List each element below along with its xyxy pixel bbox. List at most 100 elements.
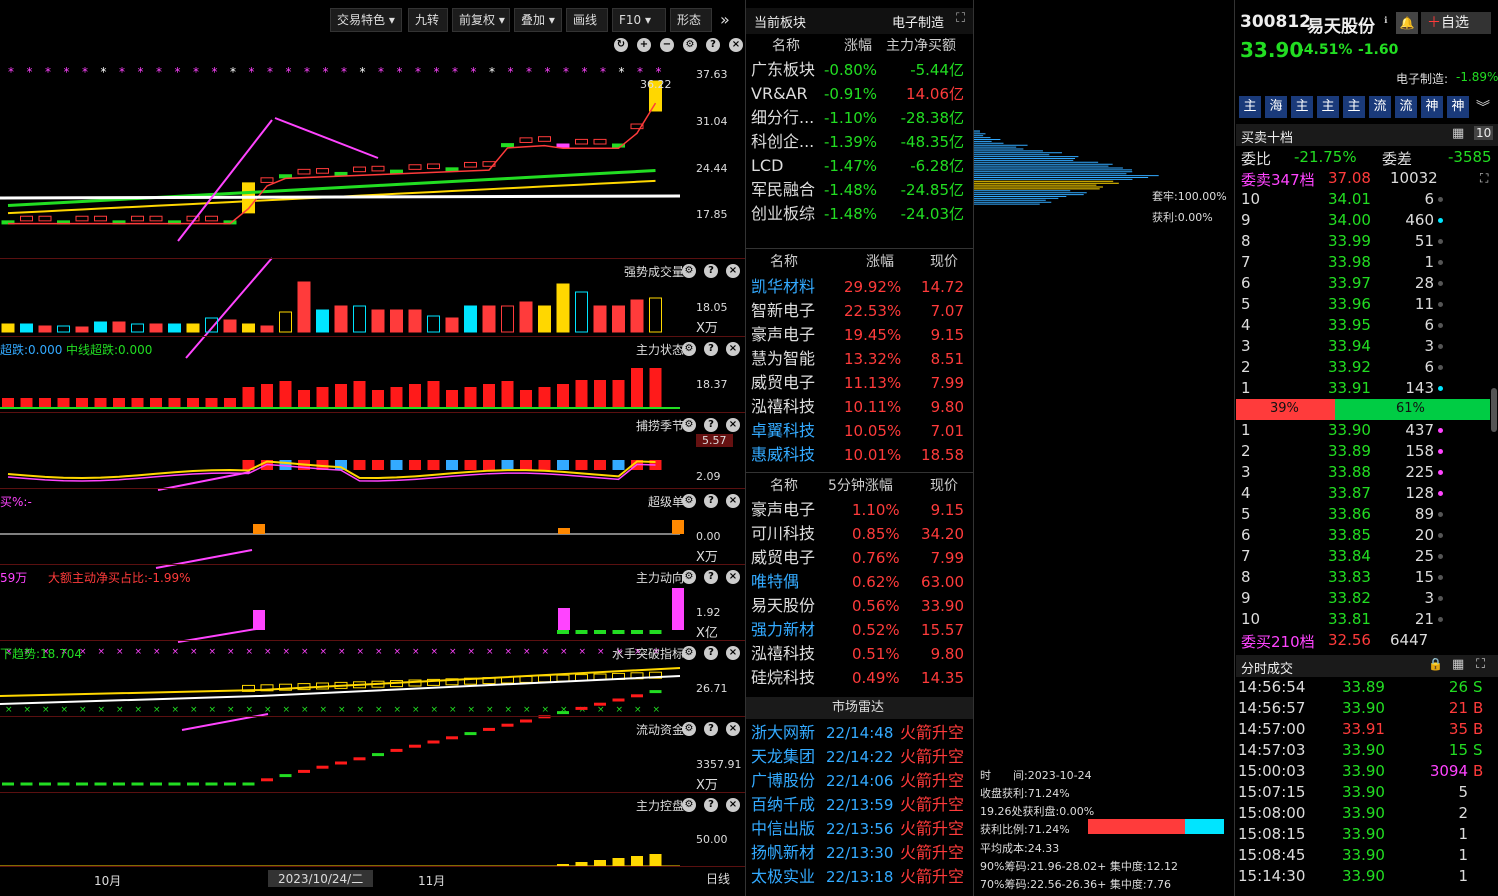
- radar-stock[interactable]: 扬帆新材: [751, 841, 815, 865]
- radar-stock[interactable]: 天龙集团: [751, 745, 815, 769]
- bids-price[interactable]: 33.89: [1328, 441, 1371, 462]
- gear-icon[interactable]: ⚙: [682, 570, 696, 584]
- lock-icon[interactable]: 🔒: [1428, 657, 1443, 671]
- sector-stock-name[interactable]: 凯华材料: [751, 275, 815, 299]
- bids-price[interactable]: 33.84: [1328, 546, 1371, 567]
- toolbar-diejia[interactable]: 叠加 ▾: [514, 8, 562, 32]
- help-icon[interactable]: ?: [704, 418, 718, 432]
- sector-name[interactable]: 军民融合: [751, 178, 815, 202]
- help-icon[interactable]: ?: [704, 646, 718, 660]
- expand-icon[interactable]: »: [720, 10, 730, 29]
- fast-stock-name[interactable]: 易天股份: [751, 594, 815, 618]
- sector-name[interactable]: VR&AR: [751, 82, 808, 106]
- close-icon[interactable]: ×: [726, 570, 740, 584]
- asks-price[interactable]: 33.91: [1328, 378, 1371, 399]
- sector-stock-name[interactable]: 智新电子: [751, 299, 815, 323]
- sector-stock-name[interactable]: 惠威科技: [751, 443, 815, 467]
- sector-stock-name[interactable]: 泓禧科技: [751, 395, 815, 419]
- bell-icon[interactable]: 🔔: [1396, 12, 1418, 34]
- toolbar-huaxian[interactable]: 画线: [566, 8, 608, 32]
- asks-price[interactable]: 34.00: [1328, 210, 1371, 231]
- gear-icon[interactable]: ⚙: [682, 798, 696, 812]
- asks-price[interactable]: 33.96: [1328, 294, 1371, 315]
- sector-stock-name[interactable]: 慧为智能: [751, 347, 815, 371]
- book-depth-button[interactable]: 10: [1474, 126, 1493, 140]
- fullscreen-icon[interactable]: ⛶: [956, 11, 965, 26]
- stocks-col-header[interactable]: 名称: [770, 250, 798, 274]
- gear-icon[interactable]: ⚙: [682, 494, 696, 508]
- help-icon[interactable]: ?: [704, 494, 718, 508]
- info-icon[interactable]: ℹ: [1384, 16, 1387, 26]
- bids-price[interactable]: 33.90: [1328, 420, 1371, 441]
- gear-icon[interactable]: ⚙: [682, 722, 696, 736]
- close-icon[interactable]: ×: [726, 494, 740, 508]
- asks-price[interactable]: 33.95: [1328, 315, 1371, 336]
- asks-price[interactable]: 34.01: [1328, 189, 1371, 210]
- expand-ticks-icon[interactable]: ⛶: [1476, 657, 1485, 672]
- quick-button[interactable]: 神: [1421, 96, 1443, 118]
- asks-price[interactable]: 33.92: [1328, 357, 1371, 378]
- fast-stock-name[interactable]: 威贸电子: [751, 546, 815, 570]
- bids-price[interactable]: 33.81: [1328, 609, 1371, 630]
- kline-chart[interactable]: * * * * * * * * * * * * * * * * * * * * * * * * * * * * * * * * * * * * × × × ×…: [0, 36, 745, 896]
- close-icon[interactable]: ×: [726, 342, 740, 356]
- fast-stock-name[interactable]: 可川科技: [751, 522, 815, 546]
- fast-stock-name[interactable]: 豪声电子: [751, 498, 815, 522]
- help-icon[interactable]: ?: [704, 570, 718, 584]
- fast-stock-name[interactable]: 硅烷科技: [751, 666, 815, 690]
- sector-stock-name[interactable]: 卓翼科技: [751, 419, 815, 443]
- close-icon[interactable]: ×: [726, 264, 740, 278]
- bids-price[interactable]: 33.87: [1328, 483, 1371, 504]
- asks-price[interactable]: 33.98: [1328, 252, 1371, 273]
- quick-button[interactable]: 主: [1317, 96, 1339, 118]
- sector-col-header[interactable]: 名称: [772, 34, 800, 58]
- help-icon[interactable]: ?: [704, 722, 718, 736]
- bids-price[interactable]: 33.88: [1328, 462, 1371, 483]
- quick-button[interactable]: 海: [1265, 96, 1287, 118]
- fast-stock-name[interactable]: 泓禧科技: [751, 642, 815, 666]
- sector-name[interactable]: 广东板块: [751, 58, 815, 82]
- sector-col-header[interactable]: 涨幅: [844, 34, 872, 58]
- fast-stock-name[interactable]: 强力新材: [751, 618, 815, 642]
- close-icon[interactable]: ×: [726, 646, 740, 660]
- calc-icon-2[interactable]: ▦: [1452, 657, 1464, 672]
- help-icon[interactable]: ?: [704, 342, 718, 356]
- gear-icon[interactable]: ⚙: [683, 38, 697, 52]
- fast-col-header[interactable]: 现价: [930, 474, 958, 498]
- add-watch-button[interactable]: ＋自选: [1421, 12, 1491, 34]
- radar-stock[interactable]: 广博股份: [751, 769, 815, 793]
- gear-icon[interactable]: ⚙: [682, 418, 696, 432]
- toolbar-jiaoyi[interactable]: 交易特色 ▾: [330, 8, 402, 32]
- period-button[interactable]: 日线: [706, 870, 730, 887]
- gear-icon[interactable]: ⚙: [682, 342, 696, 356]
- toolbar-xingtai[interactable]: 形态: [670, 8, 712, 32]
- asks-price[interactable]: 33.99: [1328, 231, 1371, 252]
- help-icon[interactable]: ?: [704, 264, 718, 278]
- stocks-col-header[interactable]: 现价: [930, 250, 958, 274]
- sector-col-header[interactable]: 主力净买额: [886, 34, 956, 58]
- close-icon[interactable]: ×: [726, 418, 740, 432]
- toolbar-f10[interactable]: F10 ▾: [612, 8, 666, 32]
- help-icon[interactable]: ?: [706, 38, 720, 52]
- plus-icon[interactable]: +: [637, 38, 651, 52]
- refresh-icon[interactable]: ↻: [614, 38, 628, 52]
- help-icon[interactable]: ?: [704, 798, 718, 812]
- stocks-col-header[interactable]: 涨幅: [866, 250, 894, 274]
- bids-price[interactable]: 33.83: [1328, 567, 1371, 588]
- bids-price[interactable]: 33.85: [1328, 525, 1371, 546]
- fast-col-header[interactable]: 名称: [770, 474, 798, 498]
- toolbar-jiuzhuan[interactable]: 九转: [408, 8, 448, 32]
- asks-price[interactable]: 33.97: [1328, 273, 1371, 294]
- sector-name[interactable]: 科创企...: [751, 130, 814, 154]
- sector-industry[interactable]: 电子制造: [892, 12, 944, 31]
- expand-book-icon[interactable]: ⛶: [1480, 171, 1488, 186]
- radar-stock[interactable]: 太极实业: [751, 865, 815, 889]
- sector-stock-name[interactable]: 豪声电子: [751, 323, 815, 347]
- gear-icon[interactable]: ⚙: [682, 264, 696, 278]
- quick-button[interactable]: 流: [1369, 96, 1391, 118]
- radar-stock[interactable]: 百纳千成: [751, 793, 815, 817]
- fast-stock-name[interactable]: 唯特偶: [751, 570, 799, 594]
- close-icon[interactable]: ×: [726, 722, 740, 736]
- quick-button[interactable]: 主: [1239, 96, 1261, 118]
- quick-button[interactable]: 主: [1343, 96, 1365, 118]
